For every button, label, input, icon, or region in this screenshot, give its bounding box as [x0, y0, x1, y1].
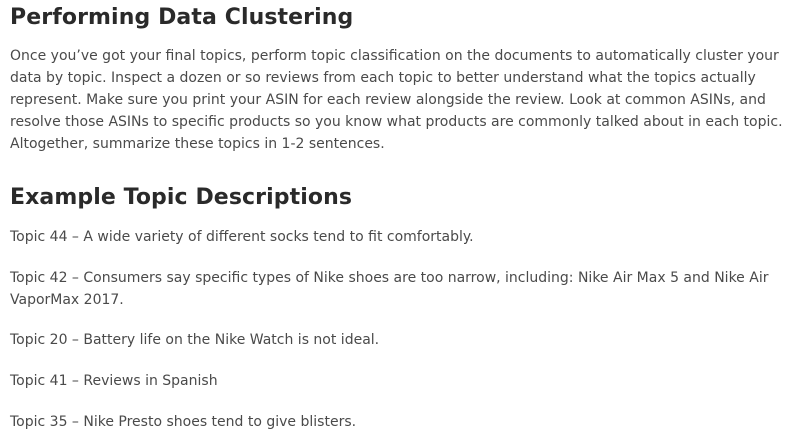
topic-description: Topic 41 – Reviews in Spanish	[10, 373, 218, 389]
topic-description: Topic 35 – Nike Presto shoes tend to giv…	[10, 414, 357, 430]
topic-description: Topic 42 – Consumers say specific types …	[10, 270, 769, 308]
topic-description: Topic 44 – A wide variety of different s…	[10, 229, 474, 245]
section-heading-examples: Example Topic Descriptions	[10, 185, 353, 210]
topic-description: Topic 20 – Battery life on the Nike Watc…	[10, 332, 380, 348]
clustering-paragraph: Once you’ve got your final topics, perfo…	[10, 48, 783, 152]
article-content: Performing Data Clustering Once you’ve g…	[0, 0, 803, 438]
section-heading-clustering: Performing Data Clustering	[10, 5, 354, 30]
